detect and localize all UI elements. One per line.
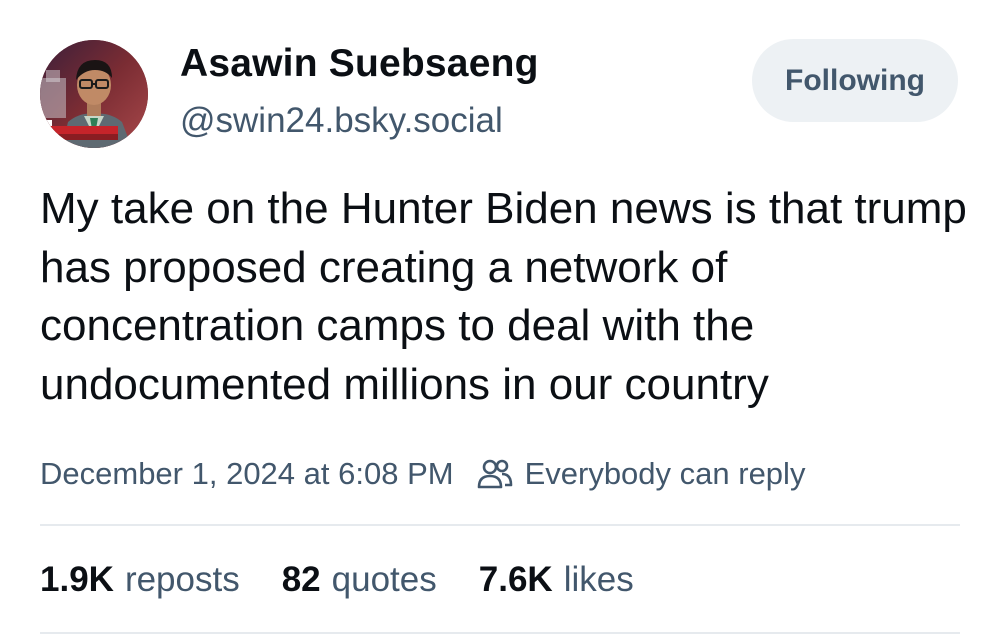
likes-label: likes: [563, 560, 634, 599]
avatar-photo: [40, 40, 148, 148]
reposts-stat[interactable]: 1.9K reposts: [40, 560, 240, 600]
reply-setting-label: Everybody can reply: [524, 456, 806, 491]
reply-setting: Everybody can reply: [476, 455, 806, 493]
likes-stat[interactable]: 7.6K likes: [479, 560, 634, 600]
post-meta: December 1, 2024 at 6:08 PM Everybody ca…: [40, 452, 805, 496]
author-avatar[interactable]: [40, 40, 148, 148]
post-text: My take on the Hunter Biden news is that…: [40, 184, 967, 409]
post-timestamp[interactable]: December 1, 2024 at 6:08 PM: [40, 456, 454, 492]
reposts-count: 1.9K: [40, 560, 114, 599]
reposts-label: reposts: [124, 560, 240, 599]
quotes-label: quotes: [331, 560, 437, 599]
post-thread-item: Asawin Suebsaeng @swin24.bsky.social Fol…: [0, 0, 1000, 640]
people-icon: [476, 455, 514, 493]
divider: [40, 632, 960, 634]
following-button[interactable]: Following: [752, 39, 958, 122]
quotes-stat[interactable]: 82 quotes: [282, 560, 437, 600]
divider: [40, 524, 960, 526]
likes-count: 7.6K: [478, 560, 553, 599]
quotes-count: 82: [281, 560, 321, 599]
author-handle[interactable]: @swin24.bsky.social: [180, 101, 503, 141]
post-stats: 1.9K reposts 82 quotes 7.6K likes: [40, 556, 676, 604]
author-display-name[interactable]: Asawin Suebsaeng: [180, 42, 539, 86]
